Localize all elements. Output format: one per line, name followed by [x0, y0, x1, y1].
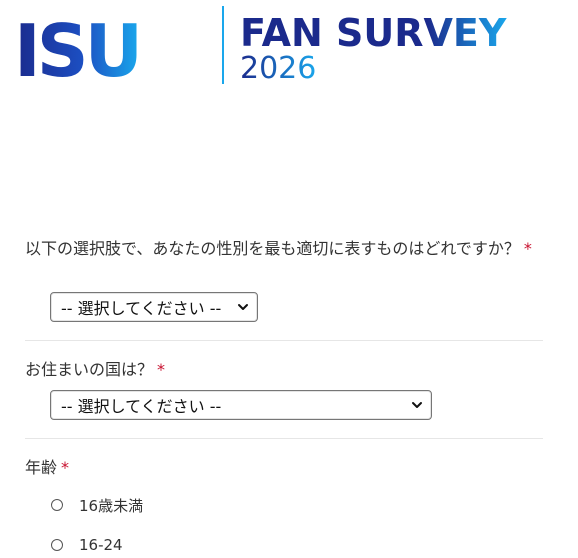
select-value: -- 選択してください --	[61, 397, 222, 416]
logo-year-text: 2026	[240, 51, 316, 86]
question-label: お住まいの国は？ *	[25, 358, 545, 382]
age-option-16-24[interactable]: 16-24	[51, 534, 123, 556]
survey-header: ISU FAN SURVEY 2026	[0, 0, 578, 95]
radio-label: 16歳未満	[79, 496, 144, 515]
required-mark: *	[61, 458, 70, 477]
isu-fan-survey-logo: ISU FAN SURVEY 2026	[14, 6, 507, 93]
chevron-down-icon	[238, 304, 248, 310]
question-text: 年齢	[25, 458, 58, 477]
select-value: -- 選択してください --	[61, 299, 222, 318]
logo-title-text: FAN SURVEY	[240, 11, 507, 55]
age-option-under-16[interactable]: 16歳未満	[51, 494, 143, 516]
divider	[25, 340, 543, 341]
question-country: お住まいの国は？ *	[25, 358, 545, 382]
divider	[25, 438, 543, 439]
required-mark: *	[523, 239, 532, 258]
question-label: 以下の選択肢で、あなたの性別を最も適切に表すものはどれですか？ *	[25, 237, 545, 261]
question-text: お住まいの国は？	[25, 360, 154, 379]
radio-button[interactable]	[51, 499, 63, 511]
gender-select[interactable]: -- 選択してください --	[50, 292, 258, 322]
question-gender: 以下の選択肢で、あなたの性別を最も適切に表すものはどれですか？ *	[25, 237, 545, 261]
radio-label: 16-24	[79, 536, 123, 554]
logo-isu-text: ISU	[14, 9, 139, 93]
question-age: 年齢 *	[25, 456, 545, 480]
question-text: 以下の選択肢で、あなたの性別を最も適切に表すものはどれですか？	[25, 239, 520, 258]
required-mark: *	[157, 360, 166, 379]
logo-divider	[222, 6, 224, 84]
country-select[interactable]: -- 選択してください --	[50, 390, 432, 420]
radio-button[interactable]	[51, 539, 63, 551]
question-label: 年齢 *	[25, 456, 545, 480]
chevron-down-icon	[412, 402, 422, 408]
